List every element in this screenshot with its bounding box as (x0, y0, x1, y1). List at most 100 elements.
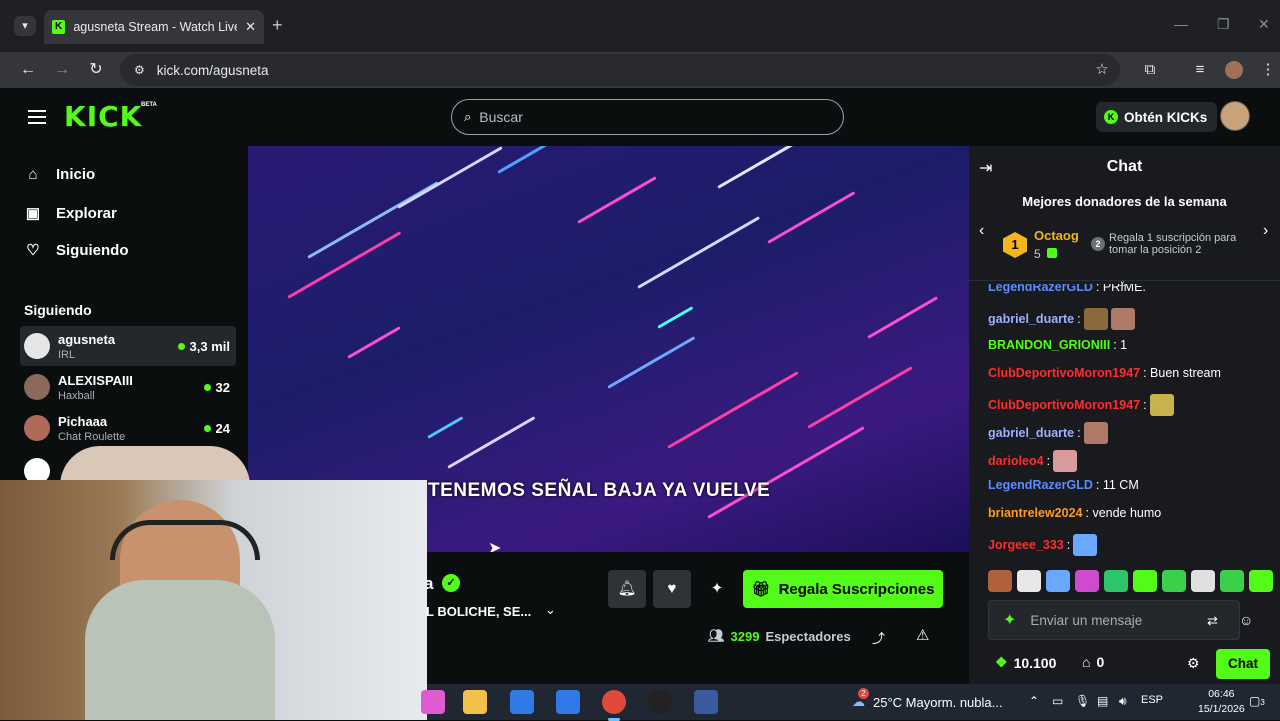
send-chat-button[interactable]: Chat (1216, 649, 1270, 679)
chevron-left-icon[interactable]: ‹ (979, 222, 984, 240)
extensions-icon[interactable]: ⧉ (1138, 58, 1162, 82)
follow-button[interactable]: ♥ (653, 570, 691, 608)
browser-menu-icon[interactable]: ⋮ (1256, 58, 1280, 82)
file-explorer-icon[interactable] (463, 690, 487, 714)
emote-icon[interactable] (1046, 570, 1070, 592)
app-icon[interactable] (694, 690, 718, 714)
following-channel-agusneta[interactable]: agusneta IRL 3,3 mil (20, 326, 236, 366)
chevron-right-icon[interactable]: › (1263, 222, 1268, 240)
sidebar-item-label: Inicio (56, 166, 96, 183)
effects-button[interactable]: ✦ (698, 570, 736, 608)
restore-icon[interactable]: ❐ (1217, 16, 1230, 33)
chat-username[interactable]: gabriel_duarte (988, 312, 1074, 326)
gift-subscriptions-button[interactable]: 🎁︎ Regala Suscripciones (743, 570, 943, 608)
emote-icon[interactable] (1017, 570, 1041, 592)
chevron-down-icon[interactable]: ⌄ (545, 602, 556, 618)
chat-username[interactable]: darioleo4 (988, 454, 1044, 468)
weather-widget[interactable]: ☁ 2 25°C Mayorm. nubla... (852, 688, 1003, 710)
emote-icon[interactable] (988, 570, 1012, 592)
chrome-icon[interactable] (602, 690, 626, 721)
viewer-count: 24 (203, 421, 236, 436)
emote-icon[interactable] (1191, 570, 1215, 592)
chat-text: : (1066, 538, 1071, 552)
outlook-icon[interactable] (556, 690, 580, 714)
close-tab-icon[interactable]: ✕ (245, 19, 256, 35)
kicks-balance[interactable]: ❖ 10.100 (995, 654, 1056, 671)
kick-logo[interactable]: KICK (64, 100, 142, 133)
chat-message: darioleo4: (988, 450, 1078, 472)
report-icon[interactable]: ⚠ (916, 626, 929, 644)
volume-icon[interactable]: 🔊︎ (1119, 694, 1127, 709)
subs-count[interactable]: ⌂ 0 (1082, 654, 1104, 670)
chat-message: gabriel_duarte: (988, 308, 1135, 330)
following-channel-alexispaiii[interactable]: ALEXISPAIII Haxball 32 (20, 367, 236, 407)
browser-tab[interactable]: K agusneta Stream - Watch Live o ✕ (44, 10, 264, 44)
sidebar-item-explorar[interactable]: ▣ Explorar (24, 204, 117, 223)
search-input[interactable]: ⌕ Buscar (451, 99, 844, 135)
get-kicks-button[interactable]: K Obtén KICKs (1096, 102, 1218, 132)
weather-text: 25°C Mayorm. nubla... (873, 694, 1003, 710)
notifications-icon[interactable]: ▢3 (1249, 694, 1265, 708)
top-donor-name[interactable]: Octaog (1034, 228, 1079, 243)
address-bar[interactable]: ⚙ kick.com/agusneta (120, 54, 1120, 86)
settings-gear-icon[interactable]: ⚙ (1187, 655, 1200, 672)
store-icon[interactable] (510, 690, 534, 714)
position-2-text: Regala 1 suscripción para tomar la posic… (1109, 232, 1237, 256)
forward-icon[interactable]: → (50, 58, 74, 82)
channel-name: agusneta (58, 331, 116, 347)
sidebar-item-siguiendo[interactable]: ♡ Siguiendo (24, 241, 128, 260)
emoji-icon[interactable]: ☺ (1239, 612, 1253, 628)
beta-label: BETA (141, 102, 157, 108)
new-tab-icon[interactable]: + (272, 15, 283, 36)
chat-username[interactable]: briantrelew2024 (988, 506, 1083, 520)
tab-search-icon[interactable]: ▾ (14, 16, 36, 36)
light-streak (717, 146, 840, 189)
back-icon[interactable]: ← (16, 58, 40, 82)
chat-message: ClubDeportivoMoron1947: Buen stream (988, 366, 1221, 380)
notifications-button[interactable]: 🔔︎ (608, 570, 646, 608)
system-clock[interactable]: 06:46 15/1/2026 (1198, 687, 1245, 717)
emote-icon[interactable] (1104, 570, 1128, 592)
bookmark-star-icon[interactable]: ☆ (1090, 58, 1114, 82)
emote-icon[interactable] (1133, 570, 1157, 592)
sparkle-icon[interactable]: ✦ (1003, 610, 1016, 630)
light-streak (807, 366, 913, 429)
site-info-icon[interactable]: ⚙ (134, 63, 145, 77)
chat-text: : 11 CM (1095, 478, 1139, 492)
copilot-icon[interactable] (421, 690, 445, 714)
close-window-icon[interactable]: ✕ (1258, 16, 1270, 33)
browser-profile-avatar[interactable] (1225, 61, 1243, 79)
show-hidden-icons-icon[interactable]: ⌃ (1029, 694, 1039, 708)
app-tray-icon[interactable]: ▭ (1052, 694, 1063, 708)
chat-message-input[interactable]: ✦ Enviar un mensaje (988, 600, 1240, 640)
light-streak (657, 306, 694, 329)
language-indicator[interactable]: ESP (1141, 694, 1163, 706)
following-channel-pichaaa[interactable]: Pichaaa Chat Roulette 24 (20, 408, 236, 448)
microphone-icon[interactable]: 🎙︎ (1075, 694, 1090, 708)
menu-icon[interactable] (28, 110, 46, 124)
chat-username[interactable]: gabriel_duarte (988, 426, 1074, 440)
user-avatar[interactable] (1220, 101, 1250, 131)
emote-icon[interactable] (1075, 570, 1099, 592)
chat-username[interactable]: LegendRazerGLD (988, 284, 1093, 294)
emote-icon[interactable] (1162, 570, 1186, 592)
emote-icon[interactable] (1249, 570, 1273, 592)
reload-icon[interactable]: ↻ (84, 58, 108, 82)
translate-icon[interactable]: ⇄ (1207, 613, 1218, 629)
chat-username[interactable]: ClubDeportivoMoron1947 (988, 398, 1140, 412)
network-icon[interactable]: ▤ (1097, 694, 1108, 708)
light-streak (287, 231, 402, 299)
share-icon[interactable]: ⤴ (872, 628, 885, 647)
obs-icon[interactable] (648, 690, 672, 714)
reading-list-icon[interactable]: ≡ (1188, 58, 1212, 82)
emote-icon[interactable] (1220, 570, 1244, 592)
weather-alert-badge: 2 (858, 688, 869, 699)
chat-message: BRANDON_GRIONIII: 1 (988, 338, 1127, 352)
live-dot-icon (203, 383, 211, 391)
chat-username[interactable]: LegendRazerGLD (988, 478, 1093, 492)
sidebar-item-inicio[interactable]: ⌂ Inicio (24, 166, 95, 183)
chat-username[interactable]: BRANDON_GRIONIII (988, 338, 1110, 352)
chat-username[interactable]: ClubDeportivoMoron1947 (988, 366, 1140, 380)
minimize-icon[interactable]: — (1174, 16, 1188, 32)
chat-username[interactable]: Jorgeee_333 (988, 538, 1064, 552)
